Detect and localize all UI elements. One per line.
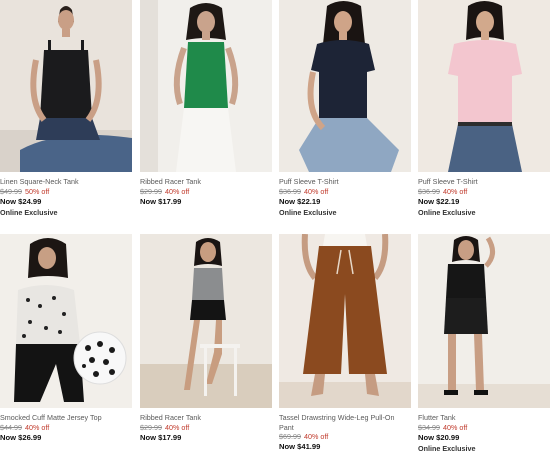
original-price: $36.99 xyxy=(418,186,440,196)
product-info: Smocked Cuff Matte Jersey Top $44.99 40% … xyxy=(0,408,132,443)
product-name[interactable]: Linen Square-Neck Tank xyxy=(0,177,132,187)
sale-price: Now $17.99 xyxy=(140,196,182,206)
online-exclusive-badge: Online Exclusive xyxy=(418,207,476,217)
discount-label: 40% off xyxy=(303,432,329,441)
product-card[interactable]: Puff Sleeve T-Shirt $36.99 40% off Now $2… xyxy=(279,0,411,218)
price-line: $34.99 40% off xyxy=(418,423,550,433)
price-line: $69.99 40% off xyxy=(279,432,411,442)
sale-price: Now $26.99 xyxy=(0,432,42,442)
price-line: $44.99 40% off xyxy=(0,423,132,433)
model-photo-icon xyxy=(279,0,411,172)
product-info: Puff Sleeve T-Shirt $36.99 40% off Now $2… xyxy=(279,172,411,218)
product-image[interactable] xyxy=(279,234,411,408)
product-image[interactable] xyxy=(279,0,411,172)
original-price: $44.99 xyxy=(0,422,22,432)
product-info: Ribbed Racer Tank $29.99 40% off Now $17.… xyxy=(140,408,272,443)
product-image[interactable] xyxy=(418,0,550,172)
original-price: $69.99 xyxy=(279,432,301,441)
original-price: $36.99 xyxy=(279,186,301,196)
product-name[interactable]: Flutter Tank xyxy=(418,413,550,423)
product-image[interactable] xyxy=(0,0,132,172)
discount-label: 40% off xyxy=(442,186,468,196)
price-line: $36.99 40% off xyxy=(418,187,550,197)
product-grid: Linen Square-Neck Tank $49.99 50% off Now… xyxy=(0,0,550,454)
model-photo-icon xyxy=(0,234,132,408)
discount-label: 40% off xyxy=(164,186,190,196)
product-name[interactable]: Tassel Drawstring Wide-Leg Pull-On Pant xyxy=(279,413,411,432)
product-info: Tassel Drawstring Wide-Leg Pull-On Pant … xyxy=(279,408,411,452)
model-photo-icon xyxy=(279,234,411,408)
product-info: Puff Sleeve T-Shirt $36.99 40% off Now $2… xyxy=(418,172,550,218)
discount-label: 50% off xyxy=(24,186,50,196)
product-card[interactable]: Tassel Drawstring Wide-Leg Pull-On Pant … xyxy=(279,234,411,452)
product-card[interactable]: Smocked Cuff Matte Jersey Top $44.99 40% … xyxy=(0,234,132,443)
sale-price: Now $24.99 xyxy=(0,196,42,206)
product-card[interactable]: Flutter Tank $34.99 40% off Now $20.99 On… xyxy=(418,234,550,454)
product-info: Linen Square-Neck Tank $49.99 50% off Now… xyxy=(0,172,132,218)
product-image[interactable] xyxy=(140,0,272,172)
model-photo-icon xyxy=(0,0,132,172)
product-card[interactable]: Linen Square-Neck Tank $49.99 50% off Now… xyxy=(0,0,132,218)
online-exclusive-badge: Online Exclusive xyxy=(418,443,476,453)
sale-price: Now $41.99 xyxy=(279,442,321,451)
sale-price: Now $20.99 xyxy=(418,432,460,442)
product-name[interactable]: Ribbed Racer Tank xyxy=(140,413,272,423)
discount-label: 40% off xyxy=(442,422,468,432)
discount-label: 40% off xyxy=(303,186,329,196)
price-line: $49.99 50% off xyxy=(0,187,132,197)
online-exclusive-badge: Online Exclusive xyxy=(279,207,337,217)
product-name[interactable]: Ribbed Racer Tank xyxy=(140,177,272,187)
price-line: $36.99 40% off xyxy=(279,187,411,197)
product-image[interactable] xyxy=(0,234,132,408)
product-name[interactable]: Puff Sleeve T-Shirt xyxy=(279,177,411,187)
product-image[interactable] xyxy=(140,234,272,408)
original-price: $29.99 xyxy=(140,422,162,432)
sale-price: Now $17.99 xyxy=(140,432,182,442)
price-line: $29.99 40% off xyxy=(140,187,272,197)
product-image[interactable] xyxy=(418,234,550,408)
model-photo-icon xyxy=(418,0,550,172)
product-card[interactable]: Ribbed Racer Tank $29.99 40% off Now $17.… xyxy=(140,0,272,207)
original-price: $49.99 xyxy=(0,186,22,196)
sale-price: Now $22.19 xyxy=(279,196,321,206)
product-card[interactable]: Ribbed Racer Tank $29.99 40% off Now $17.… xyxy=(140,234,272,443)
model-photo-icon xyxy=(140,234,272,408)
model-photo-icon xyxy=(418,234,550,408)
sale-price: Now $22.19 xyxy=(418,196,460,206)
discount-label: 40% off xyxy=(24,422,50,432)
product-name[interactable]: Smocked Cuff Matte Jersey Top xyxy=(0,413,132,423)
price-line: $29.99 40% off xyxy=(140,423,272,433)
product-name[interactable]: Puff Sleeve T-Shirt xyxy=(418,177,550,187)
discount-label: 40% off xyxy=(164,422,190,432)
original-price: $34.99 xyxy=(418,422,440,432)
model-photo-icon xyxy=(140,0,272,172)
original-price: $29.99 xyxy=(140,186,162,196)
online-exclusive-badge: Online Exclusive xyxy=(0,207,58,217)
product-info: Ribbed Racer Tank $29.99 40% off Now $17.… xyxy=(140,172,272,207)
product-card[interactable]: Puff Sleeve T-Shirt $36.99 40% off Now $2… xyxy=(418,0,550,218)
product-info: Flutter Tank $34.99 40% off Now $20.99 On… xyxy=(418,408,550,454)
